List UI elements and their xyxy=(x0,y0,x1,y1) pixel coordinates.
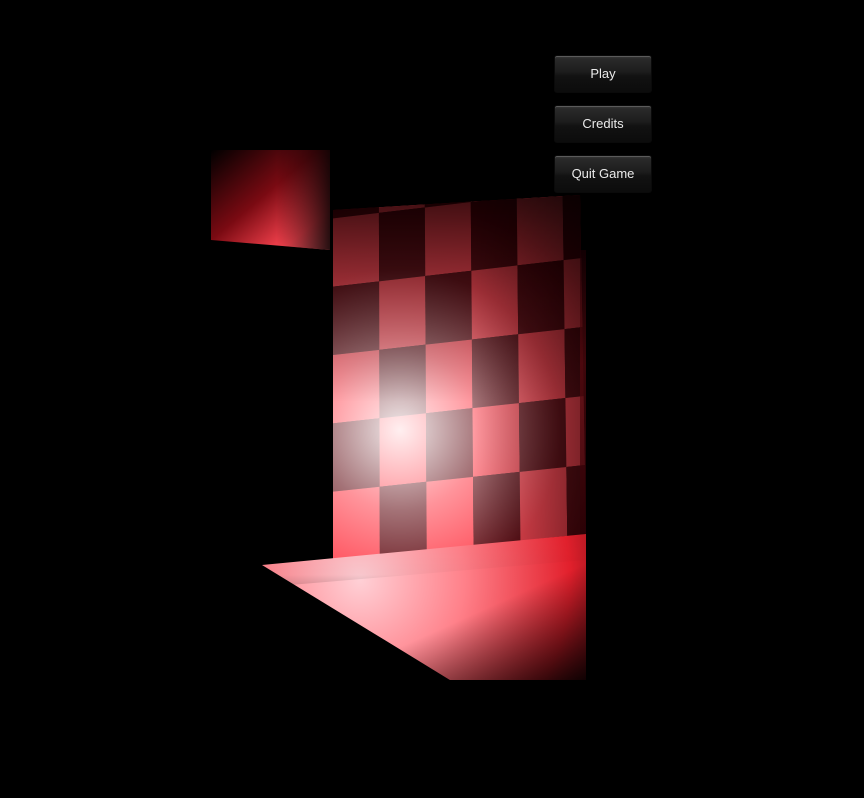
wall-side-edge xyxy=(580,250,586,534)
main-menu: Play Credits Quit Game xyxy=(554,55,652,205)
quit-game-button[interactable]: Quit Game xyxy=(554,155,652,193)
wall-tile xyxy=(424,195,471,208)
wall-tile xyxy=(470,195,517,203)
checkered-wall xyxy=(333,195,586,560)
wall-tile xyxy=(333,195,379,219)
play-button[interactable]: Play xyxy=(554,55,652,93)
wall-tile xyxy=(378,195,425,213)
lit-floor xyxy=(262,534,586,680)
credits-button[interactable]: Credits xyxy=(554,105,652,143)
upper-left-ledge xyxy=(211,150,330,250)
game-viewport: Play Credits Quit Game xyxy=(0,0,864,798)
3d-scene xyxy=(211,150,586,680)
